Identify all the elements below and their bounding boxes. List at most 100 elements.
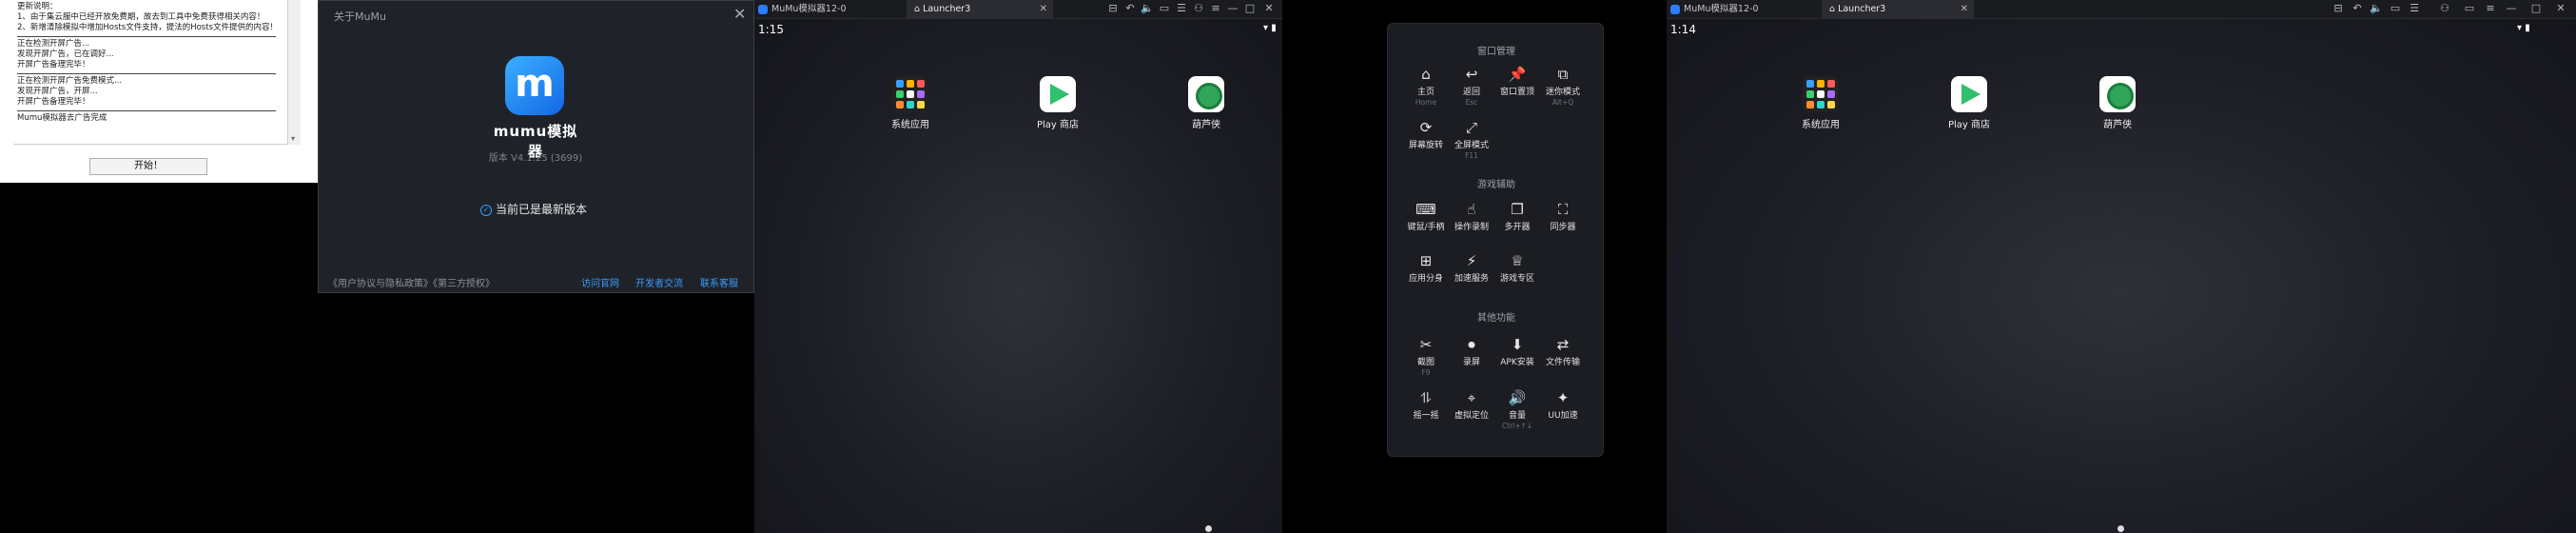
panel-item-sync[interactable]: ⛶ 同步器 xyxy=(1540,201,1586,232)
panel-item-multi[interactable]: ❐ 多开器 xyxy=(1494,201,1540,232)
panel-item-location[interactable]: ⌖ 虚拟定位 xyxy=(1449,389,1494,421)
screen-icon[interactable]: ▭ xyxy=(1157,2,1172,14)
panel-item-mini-mode[interactable]: ⧉ 迷你模式 Alt+Q xyxy=(1540,66,1586,107)
pin-icon: 📌 xyxy=(1508,66,1527,83)
agreement-links[interactable]: 《用户协议与隐私政策》《第三方授权》 xyxy=(328,275,495,289)
panel-item-back[interactable]: ↩ 返回 Esc xyxy=(1449,66,1494,107)
emulator-window-2: MuMu模拟器12-0 ⌂ Launcher3 ✕ ⊟ ↶ 🔈 ▭ ☰ ⚇ ▭ ≡… xyxy=(1667,0,2576,533)
more-icon[interactable]: ≡ xyxy=(2483,2,2498,14)
panel-item-shake[interactable]: ⥮ 摇一摇 xyxy=(1403,389,1449,421)
keyboard-icon[interactable]: ⊟ xyxy=(2331,2,2346,14)
version-text: 版本 V4.1.25 (3699) xyxy=(488,153,583,164)
log-separator xyxy=(17,36,276,37)
mumu-icon xyxy=(1670,4,1680,14)
user-icon[interactable]: ⚇ xyxy=(2437,2,2452,14)
item-shortcut: F9 xyxy=(1421,368,1431,377)
panel-item-game-zone[interactable]: ♕ 游戏专区 xyxy=(1494,252,1540,284)
user-icon[interactable]: ⚇ xyxy=(1191,2,1206,14)
panel-item-boost[interactable]: ⚡ 加速服务 xyxy=(1449,252,1494,284)
emulator-titlebar: MuMu模拟器12-0 ⌂ Launcher3 ✕ ⊟ ↶ 🔈 ▭ ☰ ⚇ ≡ —… xyxy=(754,0,1282,19)
mumu-icon xyxy=(758,4,768,14)
speaker-icon: 🔊 xyxy=(1508,389,1527,406)
keyboard-icon[interactable]: ⊟ xyxy=(1105,2,1121,14)
panel-item-apk[interactable]: ⬇ APK安装 xyxy=(1494,336,1540,367)
tab-close-icon[interactable]: ✕ xyxy=(1961,0,1968,19)
item-label: 应用分身 xyxy=(1408,274,1443,284)
item-label: 屏幕旋转 xyxy=(1408,141,1443,150)
item-label: 游戏专区 xyxy=(1499,274,1534,284)
panel-item-file-transfer[interactable]: ⇄ 文件传输 xyxy=(1540,336,1586,367)
log-separator xyxy=(17,73,276,74)
huluxia-icon xyxy=(1188,76,1224,112)
volume-icon[interactable]: 🔈 xyxy=(2369,2,2384,14)
developer-link[interactable]: 开发者交流 xyxy=(635,275,683,289)
tab-home[interactable]: MuMu模拟器12-0 xyxy=(758,0,901,19)
panel-item-macro[interactable]: ☝ 操作录制 xyxy=(1449,201,1494,232)
check-circle-icon: ✓ xyxy=(480,204,492,216)
log-line: 发现开屏广告，开屏... xyxy=(17,87,98,96)
minimize-icon[interactable]: — xyxy=(1225,2,1240,14)
mini-window-icon: ⧉ xyxy=(1557,66,1569,83)
app-huluxia[interactable]: 葫芦侠 xyxy=(1168,76,1244,130)
home-indicator[interactable] xyxy=(1205,525,1212,532)
file-transfer-icon: ⇄ xyxy=(1556,336,1570,353)
official-site-link[interactable]: 访问官网 xyxy=(581,275,619,289)
panel-item-rotate[interactable]: ⟳ 屏幕旋转 xyxy=(1403,119,1449,151)
app-system[interactable]: 系统应用 xyxy=(872,76,948,130)
tab-launcher[interactable]: ⌂ Launcher3 ✕ xyxy=(1822,0,1974,19)
multi-instance-icon: ❐ xyxy=(1511,201,1524,218)
menu-icon[interactable]: ☰ xyxy=(2407,2,2422,14)
app-system[interactable]: 系统应用 xyxy=(1783,76,1859,130)
app-play-store[interactable]: Play 商店 xyxy=(1931,76,2007,130)
item-shortcut: Ctrl+↑↓ xyxy=(1501,422,1533,430)
tab-launcher[interactable]: ⌂ Launcher3 ✕ xyxy=(907,0,1053,19)
screen-icon[interactable]: ▭ xyxy=(2388,2,2403,14)
panel-item-keymap[interactable]: ⌨ 键鼠/手柄 xyxy=(1403,201,1449,232)
start-button[interactable]: 开始！ xyxy=(89,158,207,175)
item-label: 同步器 xyxy=(1550,223,1576,232)
maximize-icon[interactable]: □ xyxy=(1242,2,1258,14)
back-icon[interactable]: ↶ xyxy=(2350,2,2365,14)
menu-icon[interactable]: ☰ xyxy=(1174,2,1189,14)
mumu-logo: m xyxy=(505,56,564,115)
about-mumu-dialog: 关于MuMu ✕ m mumu模拟器 版本 V4.1.25 (3699) ✓ 当前… xyxy=(318,0,754,293)
tab-label: Launcher3 xyxy=(923,4,971,14)
huluxia-icon xyxy=(2099,76,2136,112)
tab-home[interactable]: MuMu模拟器12-0 xyxy=(1670,0,1813,19)
rotate-icon: ⟳ xyxy=(1419,119,1433,136)
item-label: APK安装 xyxy=(1500,358,1534,367)
panel-item-uu[interactable]: ✦ UU加速 xyxy=(1540,389,1586,421)
mail-icon[interactable]: ▭ xyxy=(2462,2,2477,14)
log-scrollbar[interactable]: ▾ xyxy=(287,0,301,145)
panel-item-volume[interactable]: 🔊 音量 Ctrl+↑↓ xyxy=(1494,389,1540,430)
panel-item-home[interactable]: ⌂ 主页 Home xyxy=(1403,66,1449,107)
close-icon[interactable]: ✕ xyxy=(1261,2,1277,14)
crown-icon: ♕ xyxy=(1511,252,1524,269)
scissors-icon: ✂ xyxy=(1419,336,1433,353)
tab-close-icon[interactable]: ✕ xyxy=(1040,0,1047,19)
volume-icon[interactable]: 🔈 xyxy=(1140,2,1155,14)
item-label: 音量 xyxy=(1508,411,1526,421)
close-icon[interactable]: ✕ xyxy=(2553,2,2568,14)
back-icon[interactable]: ↶ xyxy=(1122,2,1138,14)
app-huluxia[interactable]: 葫芦侠 xyxy=(2079,76,2156,130)
close-icon[interactable]: ✕ xyxy=(733,5,746,23)
panel-item-clone[interactable]: ⊞ 应用分身 xyxy=(1403,252,1449,284)
more-icon[interactable]: ≡ xyxy=(1208,2,1223,14)
home-indicator[interactable] xyxy=(2117,525,2124,532)
minimize-icon[interactable]: — xyxy=(2504,2,2519,14)
android-clock: 1:15 xyxy=(758,23,784,36)
dialog-title: 关于MuMu xyxy=(334,10,386,23)
log-line: 2、新增清除模拟中增加Hosts文件支持，提法的Hosts文件提供的内容！ xyxy=(17,23,278,32)
panel-item-fullscreen[interactable]: ⤢ 全屏模式 F11 xyxy=(1449,119,1494,160)
item-shortcut: Home xyxy=(1415,98,1437,107)
contact-support-link[interactable]: 联系客服 xyxy=(700,275,738,289)
panel-item-record[interactable]: ⏺ 录屏 xyxy=(1449,336,1494,367)
maximize-icon[interactable]: □ xyxy=(2528,2,2544,14)
panel-item-pin[interactable]: 📌 窗口置顶 xyxy=(1494,66,1540,98)
scroll-down-icon[interactable]: ▾ xyxy=(291,134,295,143)
panel-item-screenshot[interactable]: ✂ 截图 F9 xyxy=(1403,336,1449,377)
log-textarea[interactable]: 更新说明： 1、由于集云服中已经开放免费期，故去到工具中免费获得相关内容！ 2、… xyxy=(13,0,301,145)
app-play-store[interactable]: Play 商店 xyxy=(1020,76,1096,130)
tab-label: MuMu模拟器12-0 xyxy=(771,4,847,14)
